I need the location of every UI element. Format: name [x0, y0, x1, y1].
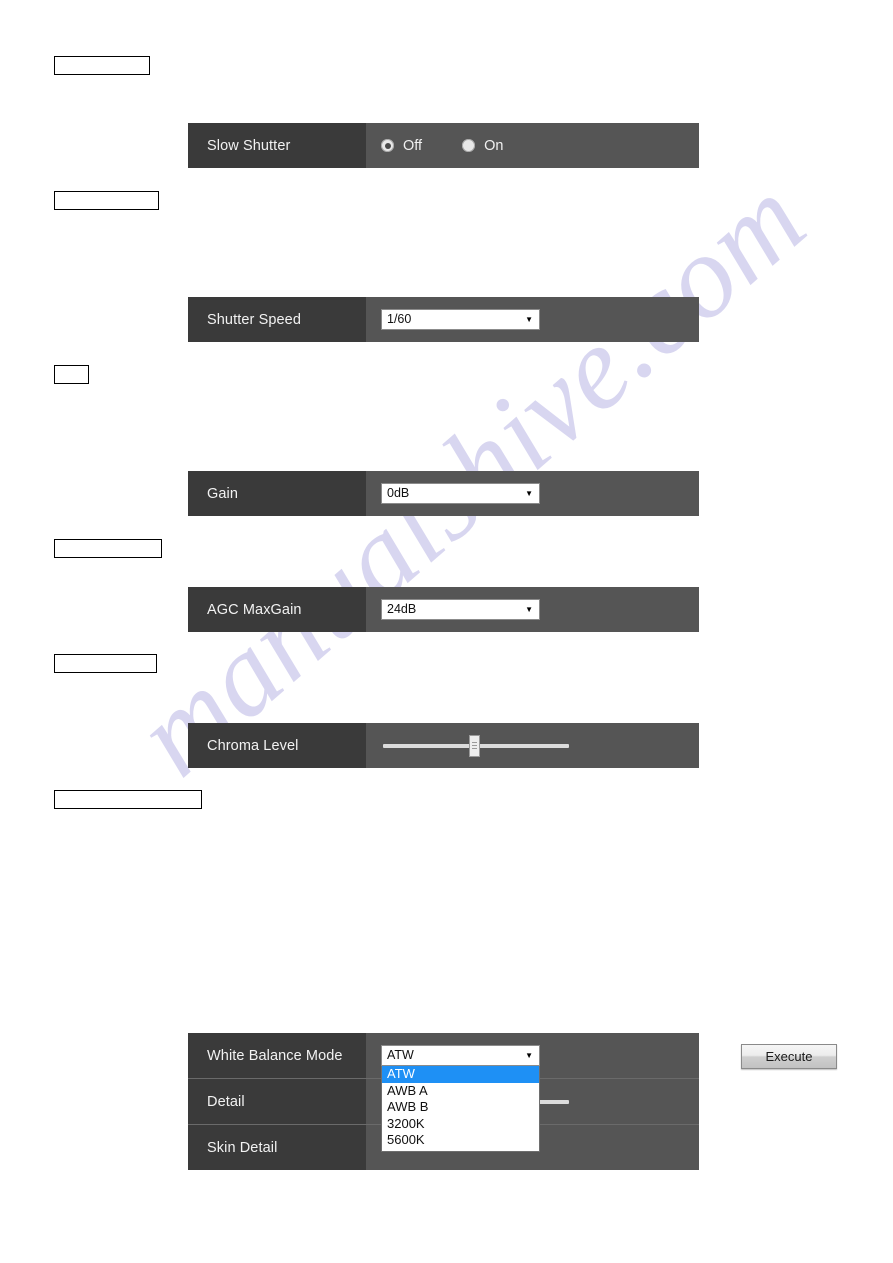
chevron-down-icon: ▼: [525, 604, 533, 614]
radio-label-off: Off: [403, 137, 423, 154]
row-agc-maxgain: AGC MaxGain 24dB ▼: [188, 587, 699, 632]
row-label-detail: Detail: [188, 1079, 366, 1124]
slow-shutter-radio-group: Off On: [381, 138, 543, 154]
chroma-level-slider[interactable]: [383, 734, 569, 758]
row-shutter-speed: Shutter Speed 1/60 ▼: [188, 297, 699, 342]
row-value-slow-shutter: Off On: [366, 123, 699, 168]
shutter-speed-value: 1/60: [387, 312, 412, 327]
gain-value: 0dB: [387, 486, 410, 501]
agc-maxgain-select[interactable]: 24dB ▼: [381, 599, 540, 620]
shutter-speed-select[interactable]: 1/60 ▼: [381, 309, 540, 330]
blank-caption-1: [54, 56, 150, 75]
white-balance-table: White Balance Mode ATW ▼ ATW AWB A AWB B 32…: [188, 1033, 837, 1170]
radio-label-on: On: [484, 137, 504, 154]
radio-filled-icon: [381, 139, 394, 152]
white-balance-select-wrap: ATW ▼ ATW AWB A AWB B 3200K 5600K: [381, 1045, 540, 1152]
blank-caption-4: [54, 539, 162, 558]
blank-caption-3: [54, 365, 89, 384]
chevron-down-icon: ▼: [525, 488, 533, 498]
white-balance-dropdown-list[interactable]: ATW AWB A AWB B 3200K 5600K: [381, 1066, 540, 1152]
blank-caption-5: [54, 654, 157, 673]
slider-thumb[interactable]: [468, 734, 480, 757]
row-value-shutter-speed: 1/60 ▼: [366, 297, 699, 342]
radio-empty-icon: [462, 139, 476, 152]
row-value-agc-maxgain: 24dB ▼: [366, 587, 699, 632]
chevron-down-icon: ▼: [525, 1050, 533, 1060]
agc-maxgain-table: AGC MaxGain 24dB ▼: [188, 587, 699, 632]
slow-shutter-table: Slow Shutter Off On: [188, 123, 699, 168]
shutter-speed-table: Shutter Speed 1/60 ▼: [188, 297, 699, 342]
dropdown-option-3200k[interactable]: 3200K: [382, 1116, 539, 1133]
radio-slow-shutter-off[interactable]: Off: [381, 138, 422, 154]
row-label-white-balance-mode: White Balance Mode: [188, 1033, 366, 1078]
chevron-down-icon: ▼: [525, 314, 533, 324]
dropdown-option-awb-a[interactable]: AWB A: [382, 1083, 539, 1100]
radio-slow-shutter-on[interactable]: On: [462, 138, 503, 154]
row-gain: Gain 0dB ▼: [188, 471, 699, 516]
row-label-slow-shutter: Slow Shutter: [188, 123, 366, 168]
execute-button[interactable]: Execute: [741, 1044, 837, 1069]
row-label-chroma-level: Chroma Level: [188, 723, 366, 768]
agc-maxgain-value: 24dB: [387, 602, 417, 617]
row-label-skin-detail: Skin Detail: [188, 1125, 366, 1170]
row-chroma-level: Chroma Level: [188, 723, 699, 768]
blank-caption-6: [54, 790, 202, 809]
row-label-agc-maxgain: AGC MaxGain: [188, 587, 366, 632]
row-slow-shutter: Slow Shutter Off On: [188, 123, 699, 168]
gain-table: Gain 0dB ▼: [188, 471, 699, 516]
dropdown-option-awb-b[interactable]: AWB B: [382, 1099, 539, 1116]
dropdown-option-atw[interactable]: ATW: [382, 1066, 539, 1083]
row-value-gain: 0dB ▼: [366, 471, 699, 516]
dropdown-option-5600k[interactable]: 5600K: [382, 1132, 539, 1149]
row-value-white-balance-mode: ATW ▼ ATW AWB A AWB B 3200K 5600K Execute: [366, 1033, 837, 1152]
row-value-chroma-level: [366, 723, 699, 768]
white-balance-select[interactable]: ATW ▼: [381, 1045, 540, 1066]
gain-select[interactable]: 0dB ▼: [381, 483, 540, 504]
row-white-balance-mode: White Balance Mode ATW ▼ ATW AWB A AWB B 32…: [188, 1033, 837, 1152]
white-balance-value: ATW: [387, 1048, 414, 1063]
blank-caption-2: [54, 191, 159, 210]
row-label-gain: Gain: [188, 471, 366, 516]
row-label-shutter-speed: Shutter Speed: [188, 297, 366, 342]
chroma-level-table: Chroma Level: [188, 723, 699, 768]
